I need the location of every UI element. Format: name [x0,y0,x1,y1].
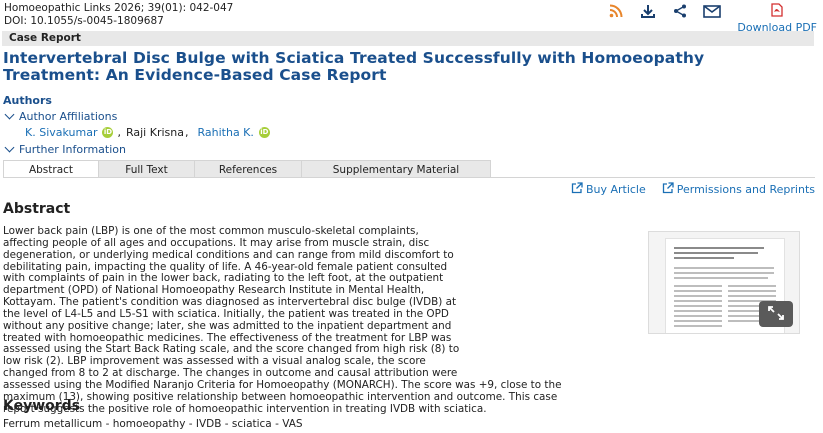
author-name-krisna: Raji Krisna [125,126,184,139]
article-title: Intervertebral Disc Bulge with Sciatica … [3,49,705,84]
author-list: K. Sivakumar iD , Raji Krisna , Rahitha … [25,126,274,139]
buy-article-label: Buy Article [585,183,646,196]
citation-block: Homoeopathic Links 2026; 39(01): 042-047… [4,2,233,28]
permissions-reprints-label: Permissions and Reprints [676,183,815,196]
share-icon[interactable] [671,3,689,19]
expand-icon [768,305,784,323]
abstract-line: the level of L4-L5 and L5-S1 with sciati… [3,307,449,320]
expand-thumbnail-button[interactable] [759,301,793,327]
external-link-icon [662,182,674,197]
abstract-line: maximum (13), showing positive relations… [3,390,558,403]
author-link-rahitha[interactable]: Rahitha K. [197,126,253,139]
toolbar: Download PDF [607,3,817,34]
pdf-icon [771,3,783,20]
external-link-icon [571,182,583,197]
author-affiliations-label: Author Affiliations [19,110,118,123]
author-separator: , [184,126,189,139]
author-link-sivakumar[interactable]: K. Sivakumar [25,126,97,139]
keywords-list: Ferrum metallicum - homoeopathy - IVDB -… [3,418,303,430]
tab-references[interactable]: References [194,160,301,178]
buy-article-link[interactable]: Buy Article [571,182,646,197]
doi: DOI: 10.1055/s-0045-1809687 [4,15,164,27]
abstract-body: Lower back pain (LBP) is one of the most… [3,225,611,416]
rss-icon[interactable] [607,3,625,19]
abstract-line: report suggests the positive role of hom… [3,402,487,415]
download-icon[interactable] [639,3,657,19]
chevron-down-icon [4,109,15,120]
download-pdf-button[interactable]: Download PDF [737,3,817,34]
authors-heading: Authors [3,94,52,107]
email-icon[interactable] [703,3,722,19]
abstract-line: degeneration, or underlying medical cond… [3,248,454,261]
tab-abstract[interactable]: Abstract [3,160,98,178]
tab-supplementary-material[interactable]: Supplementary Material [301,160,491,178]
article-tabs: Abstract Full Text References Supplement… [3,160,491,178]
further-information-toggle[interactable]: Further Information [4,142,126,156]
orcid-icon[interactable]: iD [102,127,114,138]
abstract-heading: Abstract [3,201,71,217]
author-affiliations-toggle[interactable]: Author Affiliations [4,109,118,123]
keywords-heading: Keywords [3,398,81,414]
permissions-reprints-link[interactable]: Permissions and Reprints [662,182,815,197]
abstract-line: affecting people of all ages and occupat… [3,236,430,249]
article-first-page-thumbnail[interactable] [648,231,800,334]
article-actions: Buy Article Permissions and Reprints [571,182,815,197]
chevron-down-icon [4,142,15,153]
author-separator: , [117,126,121,139]
further-information-label: Further Information [19,143,126,156]
tabs-divider [3,177,815,178]
citation: Homoeopathic Links 2026; 39(01): 042-047 [4,2,234,14]
tab-full-text[interactable]: Full Text [98,160,194,178]
orcid-icon[interactable]: iD [258,127,270,138]
abstract-line: without any positive change; later, she … [3,319,452,332]
article-type-bar: Case Report [2,31,814,46]
